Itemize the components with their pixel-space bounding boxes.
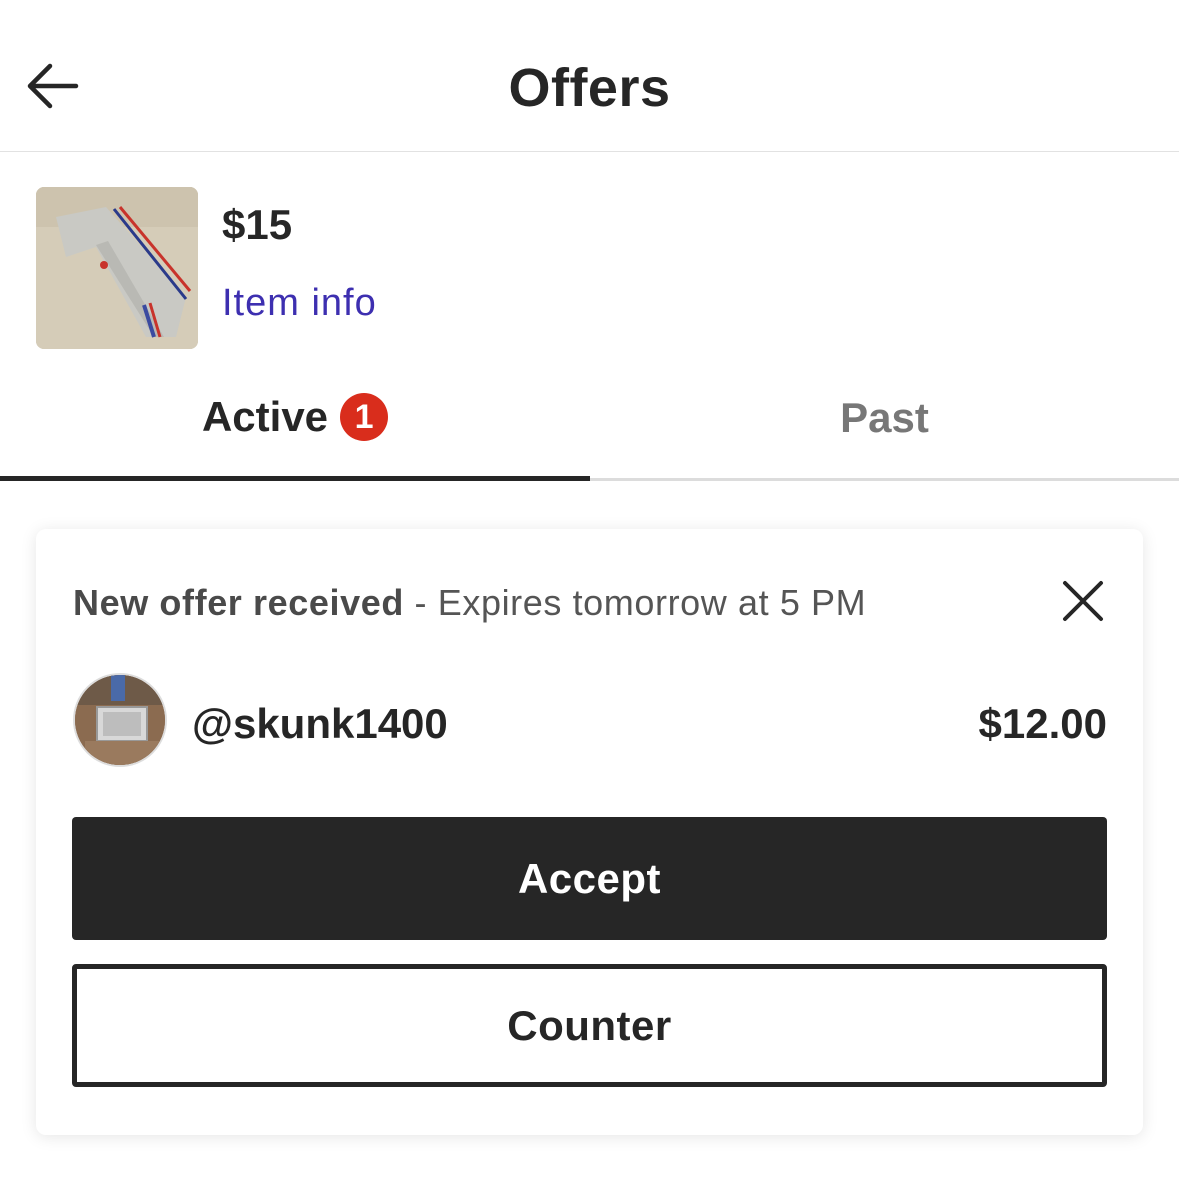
tab-past-label: Past <box>840 394 929 441</box>
offer-amount: $12.00 <box>978 700 1107 747</box>
tab-past[interactable]: Past <box>590 368 1179 481</box>
item-price: $15 <box>222 201 293 248</box>
item-info-link[interactable]: Item info <box>222 280 377 326</box>
item-thumbnail[interactable] <box>36 187 198 349</box>
item-summary: $15 Item info <box>0 152 1179 368</box>
counter-button[interactable]: Counter <box>72 964 1107 1087</box>
offer-card: New offer received - Expires tomorrow at… <box>36 529 1143 1135</box>
tab-active[interactable]: Active 1 <box>0 368 590 481</box>
avatar[interactable] <box>73 673 167 767</box>
close-icon <box>1063 581 1103 621</box>
dismiss-offer-button[interactable] <box>1061 579 1105 623</box>
active-count-badge: 1 <box>340 393 389 441</box>
offer-tabs: Active 1 Past <box>0 368 1179 481</box>
tab-active-label: Active <box>201 393 329 440</box>
page-title: Offers <box>508 58 671 118</box>
offer-status: New offer received <box>73 582 404 623</box>
accept-button[interactable]: Accept <box>72 817 1107 940</box>
offer-username[interactable]: @skunk1400 <box>192 699 448 749</box>
offer-expiry: - Expires tomorrow at 5 PM <box>403 582 867 623</box>
offer-status-line: New offer received - Expires tomorrow at… <box>73 581 866 625</box>
app-header: Offers <box>0 0 1179 152</box>
